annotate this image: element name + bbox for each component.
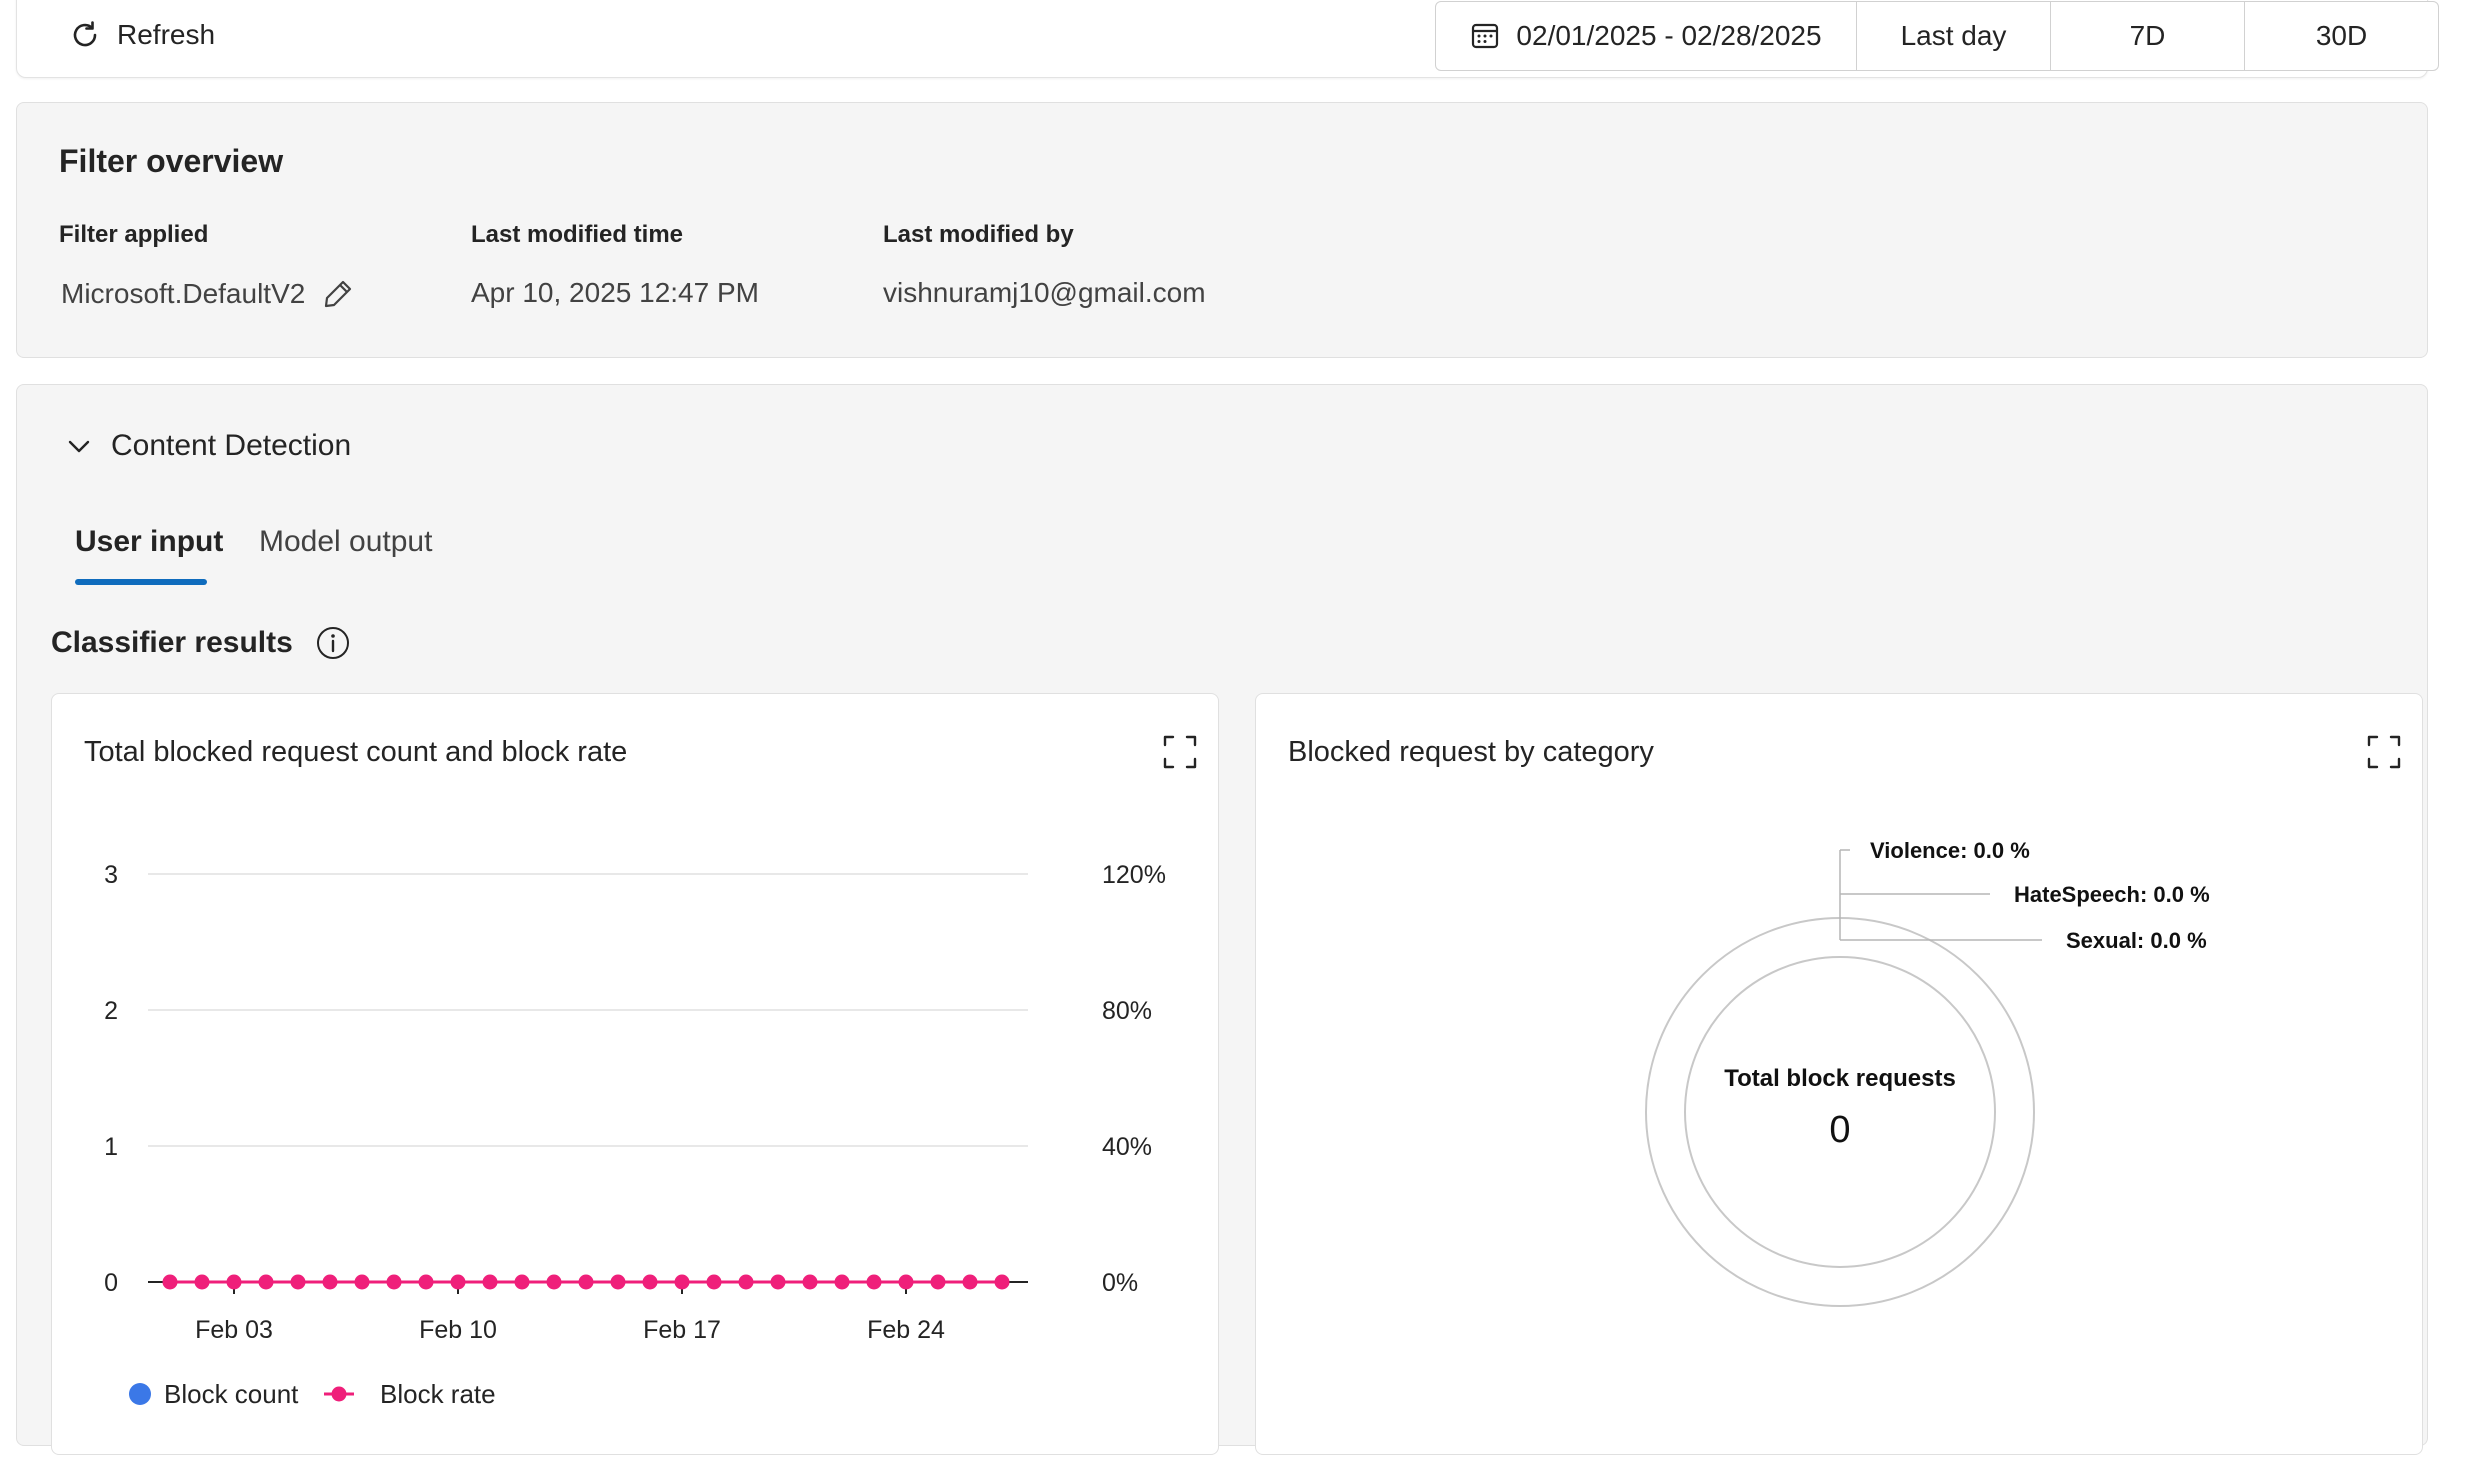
block-rate-point [898, 1274, 914, 1290]
block-rate-point [194, 1274, 210, 1290]
block-rate-point [354, 1274, 370, 1290]
block-rate-point [482, 1274, 498, 1290]
7d-button[interactable]: 7D [2051, 2, 2245, 70]
block-rate-point [994, 1274, 1010, 1290]
slice-label: Violence: 0.0 % [1870, 838, 2030, 863]
legend-block-count-label: Block count [164, 1379, 299, 1409]
last-day-button[interactable]: Last day [1857, 2, 2051, 70]
y-left-tick-label: 2 [104, 997, 118, 1025]
donut-center-value: 0 [1829, 1109, 1850, 1151]
refresh-icon [73, 21, 97, 47]
legend-block-rate-marker [331, 1386, 347, 1402]
y-right-tick-label: 0% [1102, 1269, 1138, 1297]
refresh-button[interactable]: Refresh [69, 15, 215, 55]
modified-by-value: vishnuramj10@gmail.com [883, 277, 1206, 308]
refresh-label: Refresh [117, 19, 216, 50]
filter-overview-title: Filter overview [59, 143, 284, 179]
block-rate-point [706, 1274, 722, 1290]
block-rate-point [610, 1274, 626, 1290]
y-right-tick-label: 120% [1102, 861, 1166, 889]
30d-button[interactable]: 30D [2245, 2, 2438, 70]
donut-chart: Total block requests 0 Violence: 0.0 % Hate… [1645, 838, 2210, 1307]
classifier-results-title: Classifier results [51, 626, 293, 659]
filter-applied: Microsoft.DefaultV2 [61, 277, 355, 311]
block-rate-point [450, 1274, 466, 1290]
category-chart-card: Blocked request by category Total block … [1255, 693, 2423, 1455]
block-rate-point [514, 1274, 530, 1290]
block-rate-point [738, 1274, 754, 1290]
block-count-chart-card: Total blocked request count and block ra… [51, 693, 1219, 1455]
filter-applied-label: Filter applied [59, 221, 209, 248]
active-tab-indicator [75, 579, 207, 585]
y-left-tick-label: 3 [104, 861, 118, 889]
legend-block-rate-label: Block rate [380, 1379, 496, 1409]
block-rate-point [962, 1274, 978, 1290]
content-detection-toggle[interactable]: Content Detection [65, 429, 351, 463]
expand-icon[interactable] [1162, 734, 1198, 770]
block-rate-point [162, 1274, 178, 1290]
block-rate-point [578, 1274, 594, 1290]
slice-label: Sexual: 0.0 % [2066, 928, 2207, 953]
block-rate-point [290, 1274, 306, 1290]
x-tick-label: Feb 10 [419, 1316, 497, 1344]
block-rate-point [386, 1274, 402, 1290]
x-tick-label: Feb 03 [195, 1316, 273, 1344]
y-right-tick-label: 40% [1102, 1133, 1152, 1161]
block-rate-point [546, 1274, 562, 1290]
block-rate-point [674, 1274, 690, 1290]
modified-time-value: Apr 10, 2025 12:47 PM [471, 277, 759, 308]
donut-center-label: Total block requests [1724, 1065, 1956, 1092]
block-rate-point [418, 1274, 434, 1290]
date-range-group: 02/01/2025 - 02/28/2025 Last day 7D 30D [1435, 1, 2439, 71]
date-range-text: 02/01/2025 - 02/28/2025 [1516, 20, 1822, 51]
legend-block-count-marker [129, 1383, 151, 1405]
block-rate-point [770, 1274, 786, 1290]
edit-pencil-icon[interactable] [321, 277, 355, 311]
x-tick-label: Feb 24 [867, 1316, 945, 1344]
block-rate-point [642, 1274, 658, 1290]
content-detection-card: Content Detection User input Model outpu… [16, 384, 2428, 1455]
y-left-tick-label: 0 [104, 1269, 118, 1297]
block-rate-point [866, 1274, 882, 1290]
classifier-results-heading: Classifier results [51, 625, 351, 661]
block-rate-point [802, 1274, 818, 1290]
calendar-icon [1472, 23, 1499, 49]
block-rate-point [930, 1274, 946, 1290]
toolbar: Refresh 02/01/2025 - 02/28/2025 Last day… [16, 0, 2439, 78]
block-rate-point [834, 1274, 850, 1290]
slice-label: HateSpeech: 0.0 % [2014, 882, 2210, 907]
x-tick-label: Feb 17 [643, 1316, 721, 1344]
modified-by-label: Last modified by [883, 221, 1074, 248]
modified-time-label: Last modified time [471, 221, 684, 248]
tab-model-output[interactable]: Model output [259, 525, 432, 559]
y-right-tick-label: 80% [1102, 997, 1152, 1025]
line-chart-title: Total blocked request count and block ra… [84, 736, 628, 768]
info-icon[interactable] [315, 625, 351, 661]
y-left-tick-label: 1 [104, 1133, 118, 1161]
block-rate-point [258, 1274, 274, 1290]
content-detection-label: Content Detection [111, 429, 352, 462]
tab-user-input[interactable]: User input [75, 525, 223, 559]
filter-overview-card: Filter overview Filter applied Microsoft… [16, 102, 2428, 358]
date-range-picker[interactable]: 02/01/2025 - 02/28/2025 [1436, 2, 1857, 70]
block-rate-point [226, 1274, 242, 1290]
line-chart: 0 1 2 3 0% 40% 80% 120% Feb 03 Feb 10 Feb 17 Feb 24… [104, 861, 1166, 1409]
chevron-down-icon [68, 440, 90, 453]
block-rate-point [322, 1274, 338, 1290]
filter-applied-value: Microsoft.DefaultV2 [61, 278, 306, 309]
